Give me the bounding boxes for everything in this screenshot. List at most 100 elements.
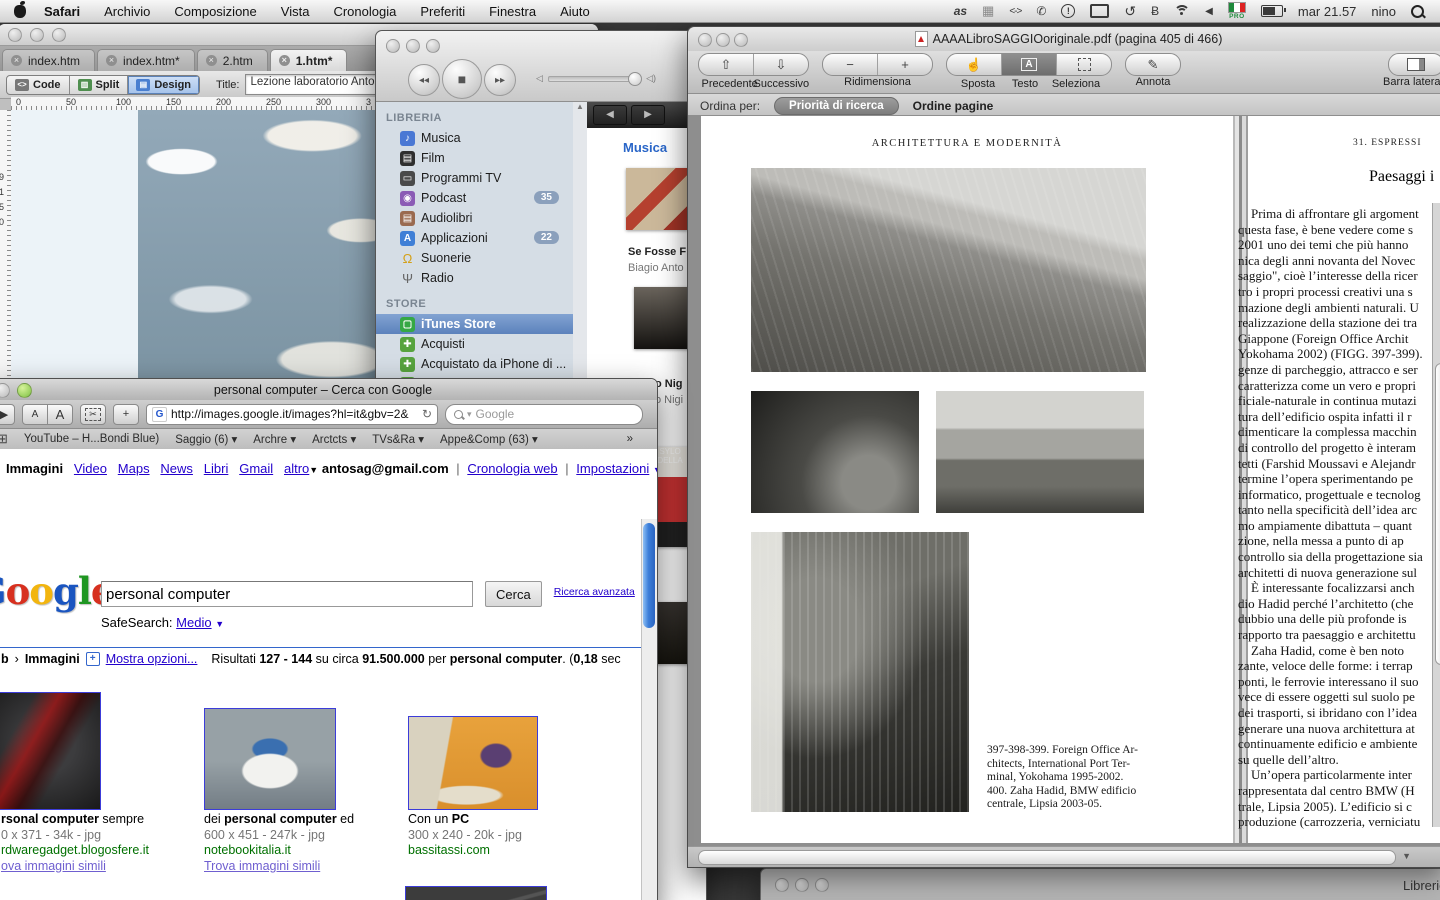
phone-icon[interactable]: ✆ — [1036, 4, 1046, 18]
tab-index-htm-modified[interactable]: × index.htm* — [97, 49, 195, 71]
sidebar-item-musica[interactable]: ♪ Musica — [376, 128, 573, 148]
bookmark-item[interactable]: Appe&Comp (63) ▾ — [440, 432, 538, 446]
zoom-out-button[interactable]: − — [823, 54, 878, 75]
webclip-button[interactable]: ✂ — [80, 404, 106, 425]
stop-button[interactable]: ■ — [442, 59, 482, 99]
scroll-thumb[interactable] — [1435, 363, 1440, 665]
zoom-button[interactable] — [52, 28, 66, 42]
close-button[interactable] — [775, 878, 789, 892]
similar-images-link[interactable]: Trova immagini simili — [204, 859, 354, 875]
sidebar-item-film[interactable]: ▤ Film — [376, 148, 573, 168]
text-tool-button[interactable]: A — [1002, 54, 1057, 75]
battery-icon[interactable] — [1261, 5, 1283, 17]
sidebar-item-acquisti[interactable]: ✚ Acquisti — [376, 334, 573, 354]
pdf-horizontal-scrollbar[interactable]: ▼ — [688, 846, 1440, 867]
pdf-vertical-scrollbar[interactable] — [1432, 203, 1440, 827]
altro-caret[interactable]: ▼ — [309, 465, 318, 475]
album-title[interactable]: Se Fosse F — [628, 246, 686, 258]
zoom-button[interactable] — [815, 878, 829, 892]
apple-menu-icon[interactable] — [14, 5, 26, 18]
display-icon[interactable] — [1090, 4, 1109, 18]
volume-knob[interactable] — [628, 72, 642, 86]
lastfm-icon[interactable]: as — [954, 4, 967, 18]
code-sync-icon[interactable]: <-> — [1009, 6, 1021, 17]
sort-page-order-button[interactable]: Ordine pagine — [913, 99, 994, 113]
show-options-link[interactable]: Mostra opzioni... — [106, 652, 198, 666]
nav-immagini[interactable]: Immagini — [6, 461, 63, 476]
next-page-button[interactable]: ⇩ — [754, 54, 808, 75]
bookmarks-overflow-chevron[interactable]: » — [627, 433, 657, 445]
bookmark-item[interactable]: Arctcts ▾ — [312, 432, 356, 446]
browser-scrollbar[interactable] — [641, 519, 657, 900]
similar-images-link[interactable]: ova immagini simili — [1, 859, 149, 875]
menu-clock[interactable]: mar 21.57 — [1298, 4, 1357, 19]
tab-2-htm[interactable]: × 2.htm — [197, 49, 268, 71]
search-button[interactable]: Cerca — [485, 581, 542, 607]
sidebar-item-itunes-store[interactable]: ▢ iTunes Store — [376, 314, 573, 334]
sidebar-item-audiolibri[interactable]: ▤ Audiolibri — [376, 208, 573, 228]
expand-options-icon[interactable]: + — [86, 652, 100, 666]
larger-text-button[interactable]: A — [48, 404, 73, 425]
result-title[interactable]: rsonal computer sempre — [1, 812, 149, 828]
smaller-text-button[interactable]: A — [22, 404, 48, 425]
minimize-button[interactable] — [795, 878, 809, 892]
search-field[interactable]: ▾ Google — [445, 404, 643, 425]
nav-libri[interactable]: Libri — [204, 461, 229, 476]
sidebar-toggle-button[interactable] — [1389, 54, 1440, 75]
minimize-button[interactable] — [0, 383, 10, 398]
menu-safari[interactable]: Safari — [44, 4, 80, 19]
time-machine-icon[interactable]: ↺ — [1124, 3, 1136, 20]
bluetooth-icon[interactable]: Ƀ — [1151, 4, 1159, 18]
grid-icon[interactable]: ▦ — [982, 3, 994, 19]
tab-index-htm[interactable]: × index.htm — [2, 49, 95, 71]
menu-archivio[interactable]: Archivio — [104, 4, 150, 19]
minimize-button[interactable] — [30, 28, 44, 42]
volume-icon[interactable]: ◀ — [1205, 6, 1213, 17]
reload-icon[interactable]: ↻ — [422, 407, 432, 421]
sidebar-item-applicazioni[interactable]: A Applicazioni 22 — [376, 228, 573, 248]
zoom-button[interactable] — [17, 383, 32, 398]
spotlight-icon[interactable] — [1411, 5, 1424, 18]
nav-gmail[interactable]: Gmail — [239, 461, 273, 476]
fast-user-switch-name[interactable]: nino — [1371, 4, 1396, 19]
result-thumbnail[interactable] — [408, 716, 538, 810]
itunes-titlebar[interactable]: ◂◂ ■ ▸▸ ◁ ◁) — [376, 31, 706, 102]
tab-close-icon[interactable]: × — [279, 55, 290, 66]
sync-alert-icon[interactable]: ! — [1061, 4, 1075, 18]
close-button[interactable] — [8, 28, 22, 42]
store-forward-button[interactable]: ▶ — [631, 105, 665, 125]
web-history-link[interactable]: Cronologia web — [467, 461, 557, 476]
pdf-titlebar[interactable]: AAAALibroSAGGIOoriginale.pdf (pagina 405… — [688, 27, 1440, 51]
menu-vista[interactable]: Vista — [281, 4, 310, 19]
nav-altro[interactable]: altro — [284, 461, 309, 476]
zoom-in-button[interactable]: + — [878, 54, 932, 75]
scroll-thumb[interactable] — [698, 850, 1396, 865]
result-thumbnail[interactable] — [405, 886, 547, 900]
settings-link[interactable]: Impostazioni — [576, 461, 649, 476]
album-cover[interactable] — [626, 168, 688, 230]
search-options-caret[interactable]: ▾ — [467, 409, 472, 420]
flag-pro-icon[interactable]: PRO — [1228, 2, 1246, 21]
minimize-button[interactable] — [406, 39, 420, 53]
safesearch-level-link[interactable]: Medio — [176, 615, 211, 630]
bookmark-item[interactable]: YouTube – H...Bondi Blue) — [24, 433, 159, 445]
sidebar-item-suonerie[interactable]: Ω Suonerie — [376, 248, 573, 268]
nav-maps[interactable]: Maps — [118, 461, 150, 476]
code-view-button[interactable]: <> Code — [7, 76, 70, 94]
select-tool-button[interactable] — [1057, 54, 1111, 75]
forward-button[interactable]: ▶ — [0, 404, 15, 425]
sidebar-item-acquistato-iphone[interactable]: ✚ Acquistato da iPhone di ... — [376, 354, 573, 374]
design-view-button[interactable]: ▤ Design — [128, 76, 199, 94]
tab-close-icon[interactable]: × — [206, 55, 217, 66]
wifi-icon[interactable] — [1174, 5, 1190, 17]
sidebar-item-programmi-tv[interactable]: ▭ Programmi TV — [376, 168, 573, 188]
close-button[interactable] — [698, 33, 712, 47]
safesearch-caret[interactable]: ▼ — [215, 619, 224, 629]
result-thumbnail[interactable] — [0, 692, 101, 810]
fast-forward-button[interactable]: ▸▸ — [484, 64, 516, 96]
result-title[interactable]: dei personal computer ed — [204, 812, 354, 828]
volume-slider[interactable]: ◁ ◁) — [536, 73, 656, 84]
result-thumbnail[interactable] — [204, 708, 336, 810]
safari-titlebar[interactable]: personal computer – Cerca con Google — [0, 379, 657, 400]
sidebar-item-podcast[interactable]: ◉ Podcast 35 — [376, 188, 573, 208]
